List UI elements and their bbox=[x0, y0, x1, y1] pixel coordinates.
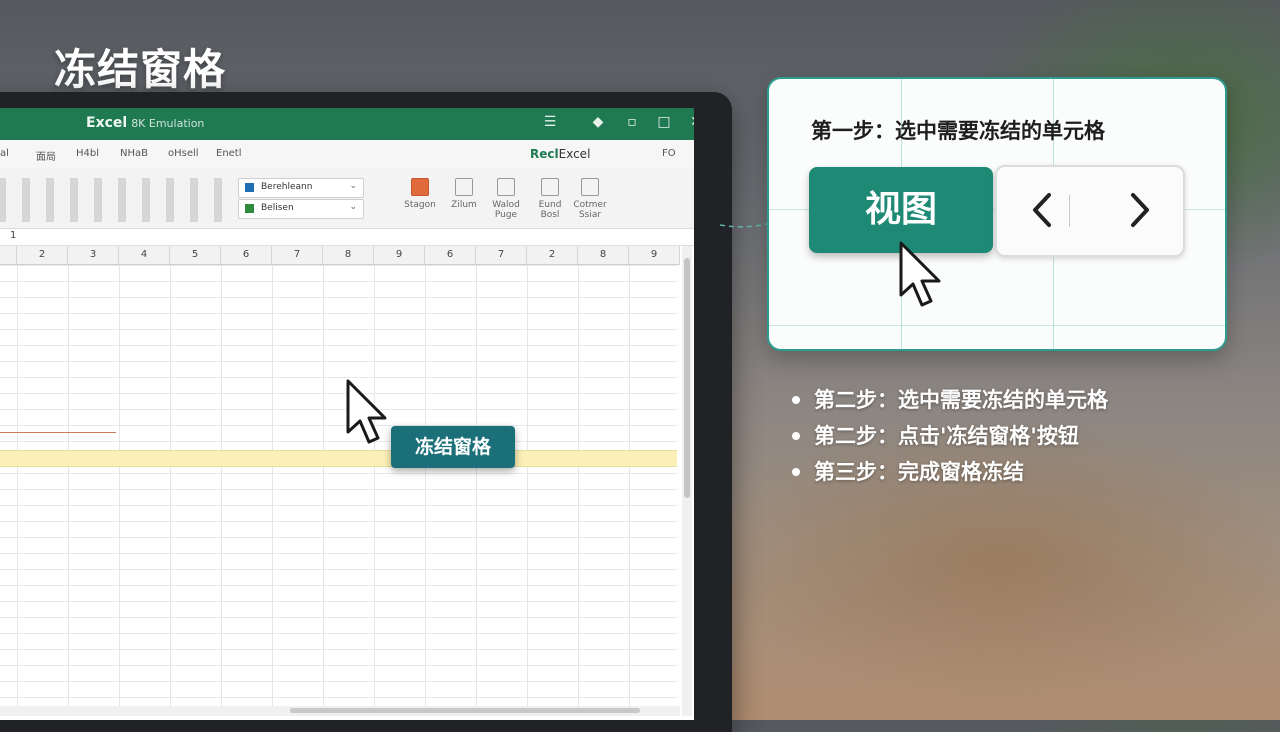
step-list: 第二步：选中需要冻结的单元格 第二步：点击'冻结窗格'按钮 第三步：完成窗格冻结 bbox=[792, 384, 1108, 492]
step-text: 第二步：选中需要冻结的单元格 bbox=[814, 388, 1108, 412]
bullet-icon bbox=[792, 468, 800, 476]
chevron-left-icon[interactable] bbox=[1025, 185, 1061, 235]
step-text: 第三步：完成窗格冻结 bbox=[814, 460, 1024, 484]
step-callout: 第一步：选中需要冻结的单元格 视图 bbox=[767, 77, 1227, 351]
mouse-cursor-icon bbox=[899, 241, 941, 307]
bullet-icon bbox=[792, 396, 800, 404]
bullet-icon bbox=[792, 432, 800, 440]
chevron-right-icon[interactable] bbox=[1121, 185, 1157, 235]
nav-divider bbox=[1069, 195, 1070, 227]
step-text: 第二步：点击'冻结窗格'按钮 bbox=[814, 424, 1079, 448]
callout-step-text: 第一步：选中需要冻结的单元格 bbox=[811, 119, 1105, 143]
nav-arrows bbox=[995, 165, 1185, 257]
step-item-3: 第二步：点击'冻结窗格'按钮 bbox=[792, 420, 1108, 456]
step-item-4: 第三步：完成窗格冻结 bbox=[792, 456, 1108, 492]
step-item-2: 第二步：选中需要冻结的单元格 bbox=[792, 384, 1108, 420]
